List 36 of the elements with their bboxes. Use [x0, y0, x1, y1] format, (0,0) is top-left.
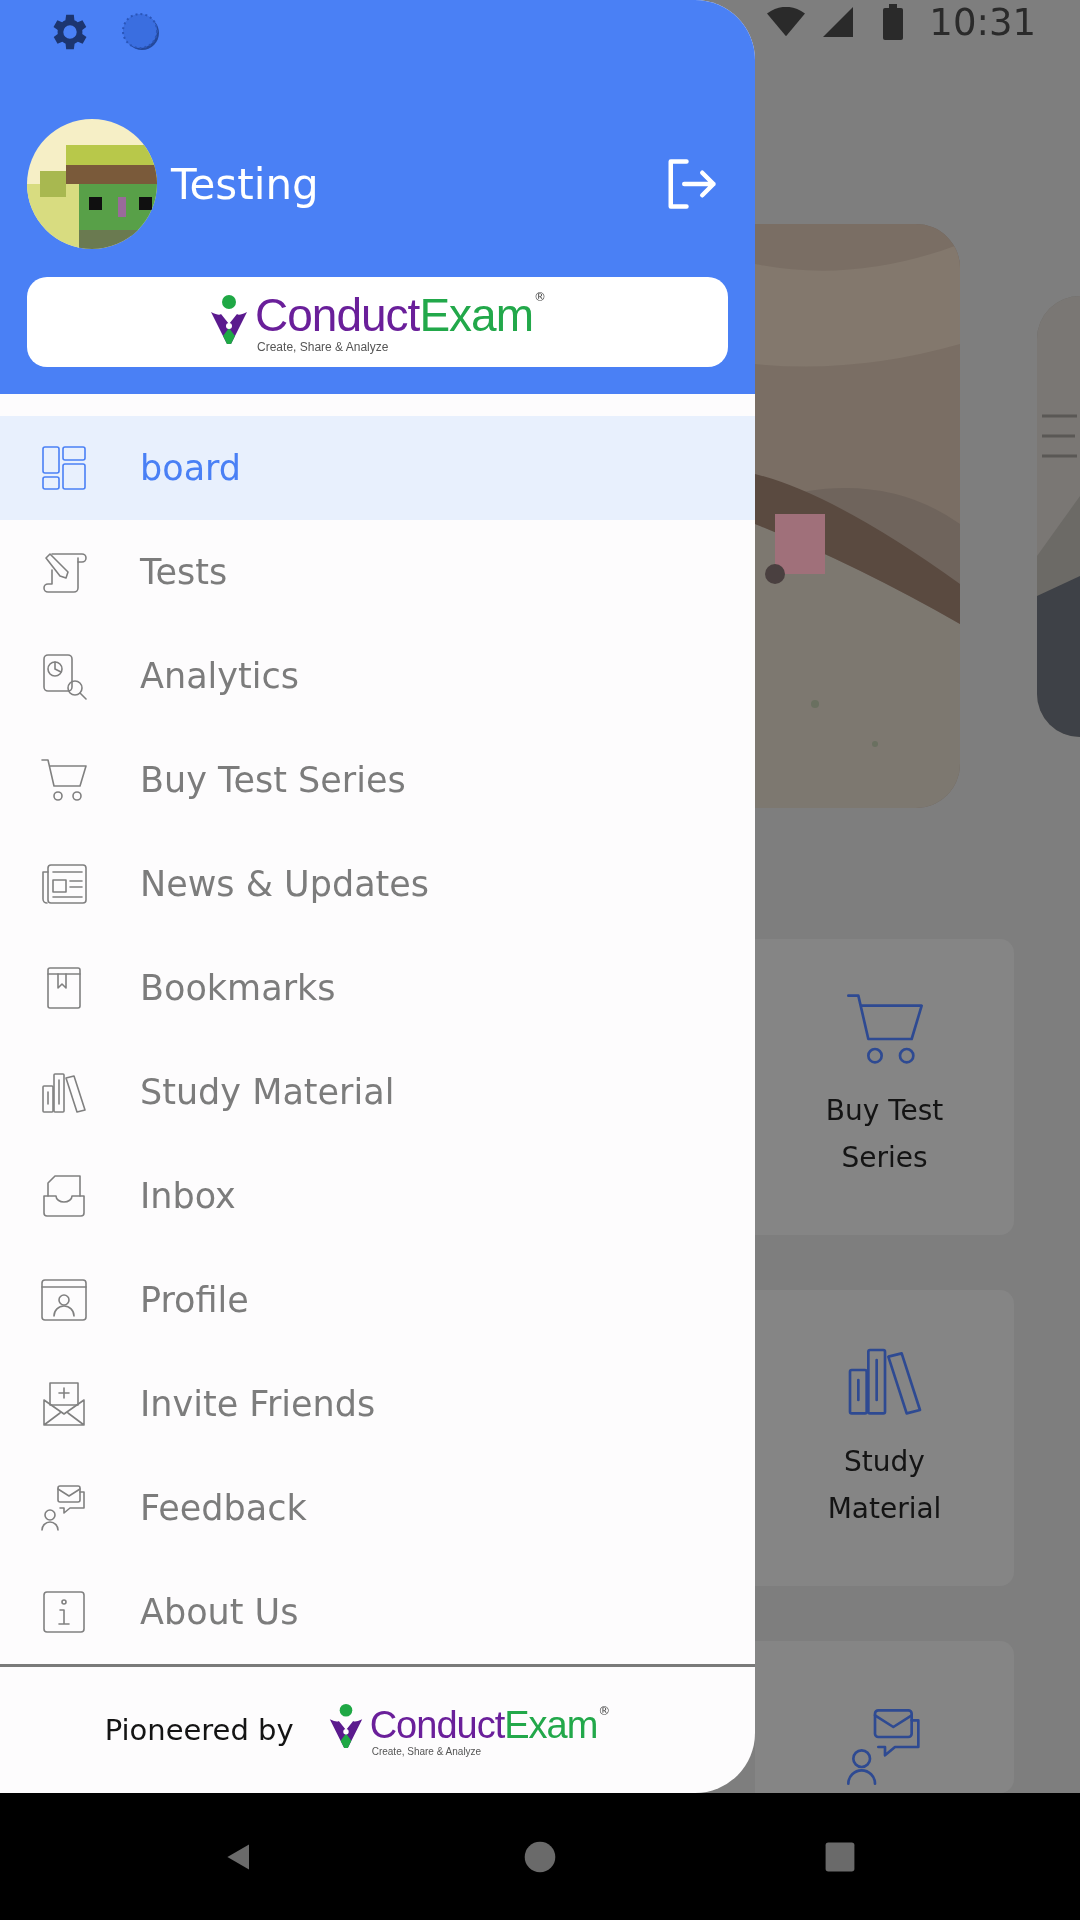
menu-item[interactable]: News & Updates: [0, 832, 755, 936]
tagline: Create, Share & Analyze: [371, 1746, 483, 1757]
status-time: 10:31: [929, 0, 1036, 44]
menu-item[interactable]: Feedback: [0, 1456, 755, 1560]
card-label: Buy Test Series: [824, 1093, 945, 1176]
registered-mark: ®: [598, 1704, 611, 1718]
cart-icon: [40, 756, 88, 804]
feature-card[interactable]: Buy Test Series: [755, 939, 1014, 1235]
menu-item[interactable]: Analytics: [0, 624, 755, 728]
menu-item[interactable]: Invite Friends: [0, 1352, 755, 1456]
menu-item[interactable]: Profile: [0, 1248, 755, 1352]
menu-item[interactable]: About Us: [0, 1560, 755, 1664]
battery-icon: [883, 4, 904, 40]
feature-card[interactable]: Study Material: [755, 1290, 1014, 1586]
inbox-icon: [40, 1172, 88, 1220]
profile-card-icon: [40, 1276, 88, 1324]
chat-person-icon: [40, 1484, 88, 1532]
brand-name: ConductExam: [255, 290, 533, 340]
tagline: Create, Share & Analyze: [257, 340, 390, 354]
chart-search-icon: [40, 652, 88, 700]
menu-item[interactable]: Bookmarks: [0, 936, 755, 1040]
envelope-plus-icon: [40, 1380, 88, 1428]
card-label: Study Material: [826, 1444, 943, 1527]
dashboard-icon: [40, 444, 88, 492]
footer-text: Pioneered by: [104, 1713, 294, 1747]
menu-item[interactable]: board: [0, 416, 755, 520]
brand-name: ConductExam: [369, 1704, 598, 1746]
registered-mark: ®: [533, 290, 546, 304]
wifi-icon: [767, 7, 806, 37]
user-name: Testing: [171, 159, 320, 209]
menu-item[interactable]: Buy Test Series: [0, 728, 755, 832]
sync-icon: [121, 11, 161, 52]
menu-item[interactable]: Study Material: [0, 1040, 755, 1144]
menu-item[interactable]: Tests: [0, 520, 755, 624]
menu-item[interactable]: Inbox: [0, 1144, 755, 1248]
info-icon: [40, 1588, 88, 1636]
